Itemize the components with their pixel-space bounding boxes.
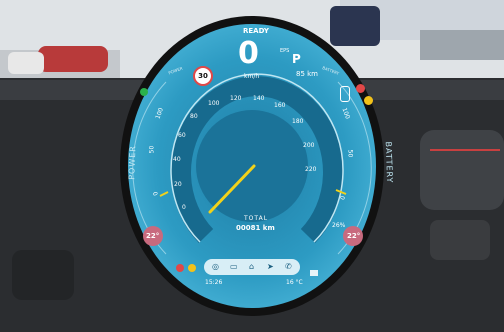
ready-status: READY: [243, 27, 269, 35]
battery-tick: 50: [346, 149, 354, 158]
drive-mode-icon[interactable]: ◎: [212, 262, 219, 271]
temp-right[interactable]: 22°: [347, 232, 360, 240]
speed-unit: km/h: [244, 73, 260, 80]
phone-icon[interactable]: ✆: [285, 262, 292, 271]
warning-icon: [356, 84, 365, 93]
speed-tick: 20: [174, 181, 182, 188]
speed-tick: 160: [274, 102, 286, 109]
speed-tick: 200: [303, 142, 315, 149]
range-value: 85 km: [296, 70, 319, 78]
yellow-alert-icon: [188, 264, 196, 272]
speed-limit-sign: 30: [193, 66, 213, 86]
red-alert-icon: [176, 264, 184, 272]
car-door-icon: [340, 86, 350, 102]
green-status-icon: [140, 88, 148, 96]
battery-warning-icon: [364, 96, 373, 105]
outside-temperature: 16 °C: [286, 279, 303, 286]
clock: 15:26: [205, 279, 223, 286]
speed-tick: 60: [178, 132, 186, 139]
odometer-value: 00081 km: [236, 224, 275, 232]
temp-left[interactable]: 22°: [146, 232, 159, 240]
odometer-label: TOTAL: [244, 215, 269, 222]
charge-level: 26%: [332, 222, 346, 229]
power-tick: 50: [148, 145, 156, 154]
speed-tick: 120: [230, 95, 242, 102]
speed-tick: 80: [190, 113, 198, 120]
speed-tick: 0: [182, 204, 186, 211]
media-icon[interactable]: ▭: [230, 262, 238, 271]
battery-gauge-label: BATTERY: [383, 141, 395, 184]
speed-tick: 40: [173, 156, 181, 163]
speed-tick: 220: [305, 166, 317, 173]
speed-value: 0: [238, 36, 259, 71]
speed-tick: 100: [208, 100, 220, 107]
eps-indicator: EPS: [280, 48, 290, 54]
home-icon[interactable]: ⌂: [249, 262, 254, 271]
power-gauge-label: POWER: [127, 145, 138, 180]
speed-tick: 140: [253, 95, 265, 102]
gear-indicator: P: [292, 52, 301, 66]
speed-tick: 180: [292, 118, 304, 125]
navigation-icon[interactable]: ➤: [267, 262, 274, 271]
